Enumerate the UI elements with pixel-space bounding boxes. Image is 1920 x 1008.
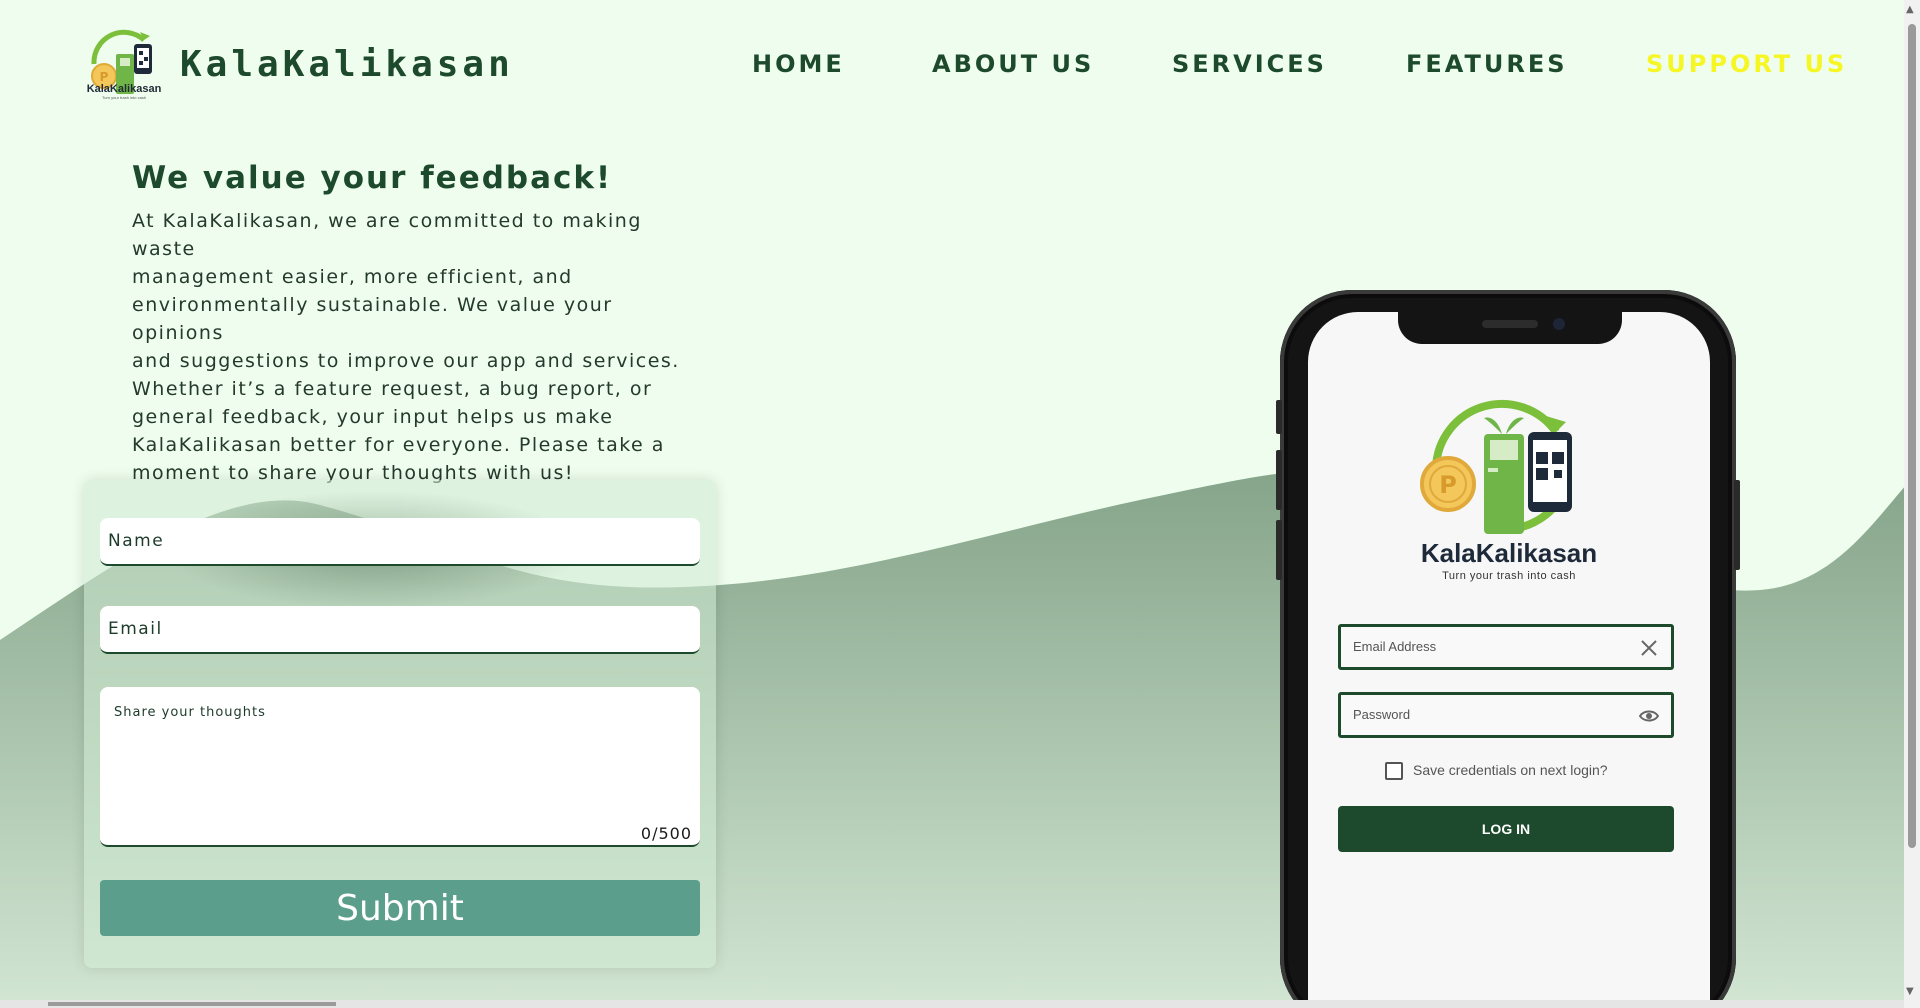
feedback-line: and suggestions to improve our app and s…	[132, 350, 680, 372]
nav-support-us[interactable]: SUPPORT US	[1646, 50, 1847, 78]
save-credentials-label: Save credentials on next login?	[1413, 762, 1608, 778]
thoughts-textarea[interactable]	[100, 687, 700, 845]
app-email-field[interactable]: Email Address	[1338, 624, 1674, 670]
phone-camera	[1553, 318, 1565, 330]
app-password-placeholder: Password	[1353, 707, 1411, 722]
app-tagline: Turn your trash into cash	[1442, 570, 1576, 582]
brand-name[interactable]: KalaKalikasan	[180, 44, 514, 85]
app-name: KalaKalikasan	[1420, 538, 1598, 568]
feedback-line: KalaKalikasan better for everyone. Pleas…	[132, 434, 665, 456]
clear-icon[interactable]	[1639, 638, 1659, 658]
phone-side-button	[1276, 400, 1282, 434]
svg-text:P: P	[1439, 471, 1457, 499]
phone-side-button	[1276, 450, 1282, 510]
feedback-line: At KalaKalikasan, we are committed to ma…	[132, 210, 642, 260]
site-header: P KalaKalikasan Turn your trash into cas…	[0, 0, 1920, 130]
app-password-field[interactable]: Password	[1338, 692, 1674, 738]
app-email-placeholder: Email Address	[1353, 639, 1437, 654]
eye-icon[interactable]	[1639, 706, 1659, 726]
logo-text: KalaKalikasan Turn your trash into cash	[82, 83, 166, 100]
feedback-line: management easier, more efficient, and	[132, 266, 573, 288]
character-counter: 0/500	[640, 824, 692, 843]
logo-small-tagline: Turn your trash into cash	[101, 95, 147, 100]
feedback-line: Whether it’s a feature request, a bug re…	[132, 378, 653, 400]
feedback-description: At KalaKalikasan, we are committed to ma…	[132, 207, 692, 487]
app-logo-icon: P	[1420, 399, 1572, 534]
nav-services[interactable]: SERVICES	[1172, 50, 1327, 78]
thoughts-field: 0/500	[100, 687, 700, 847]
email-input[interactable]	[100, 606, 700, 654]
submit-button[interactable]: Submit	[100, 880, 700, 936]
name-input[interactable]	[100, 518, 700, 566]
phone-side-button	[1734, 480, 1740, 570]
feedback-line: general feedback, your input helps us ma…	[132, 406, 614, 428]
feedback-title: We value your feedback!	[132, 160, 613, 196]
phone-side-button	[1276, 520, 1282, 580]
phone-speaker	[1482, 320, 1538, 328]
save-credentials-checkbox[interactable]	[1385, 762, 1403, 780]
logo-small-name: KalaKalikasan	[86, 83, 162, 95]
nav-about-us[interactable]: ABOUT US	[932, 50, 1094, 78]
scrollbar-thumb[interactable]	[1908, 24, 1916, 848]
scroll-down-icon[interactable]: ▼	[1906, 986, 1914, 997]
app-login-button[interactable]: LOG IN	[1338, 806, 1674, 852]
nav-features[interactable]: FEATURES	[1406, 50, 1568, 78]
scroll-up-icon[interactable]: ▲	[1906, 4, 1914, 15]
feedback-line: environmentally sustainable. We value yo…	[132, 294, 613, 344]
nav-home[interactable]: HOME	[752, 50, 845, 78]
horizontal-scrollbar-thumb[interactable]	[48, 1002, 336, 1006]
svg-text:P: P	[100, 70, 109, 84]
